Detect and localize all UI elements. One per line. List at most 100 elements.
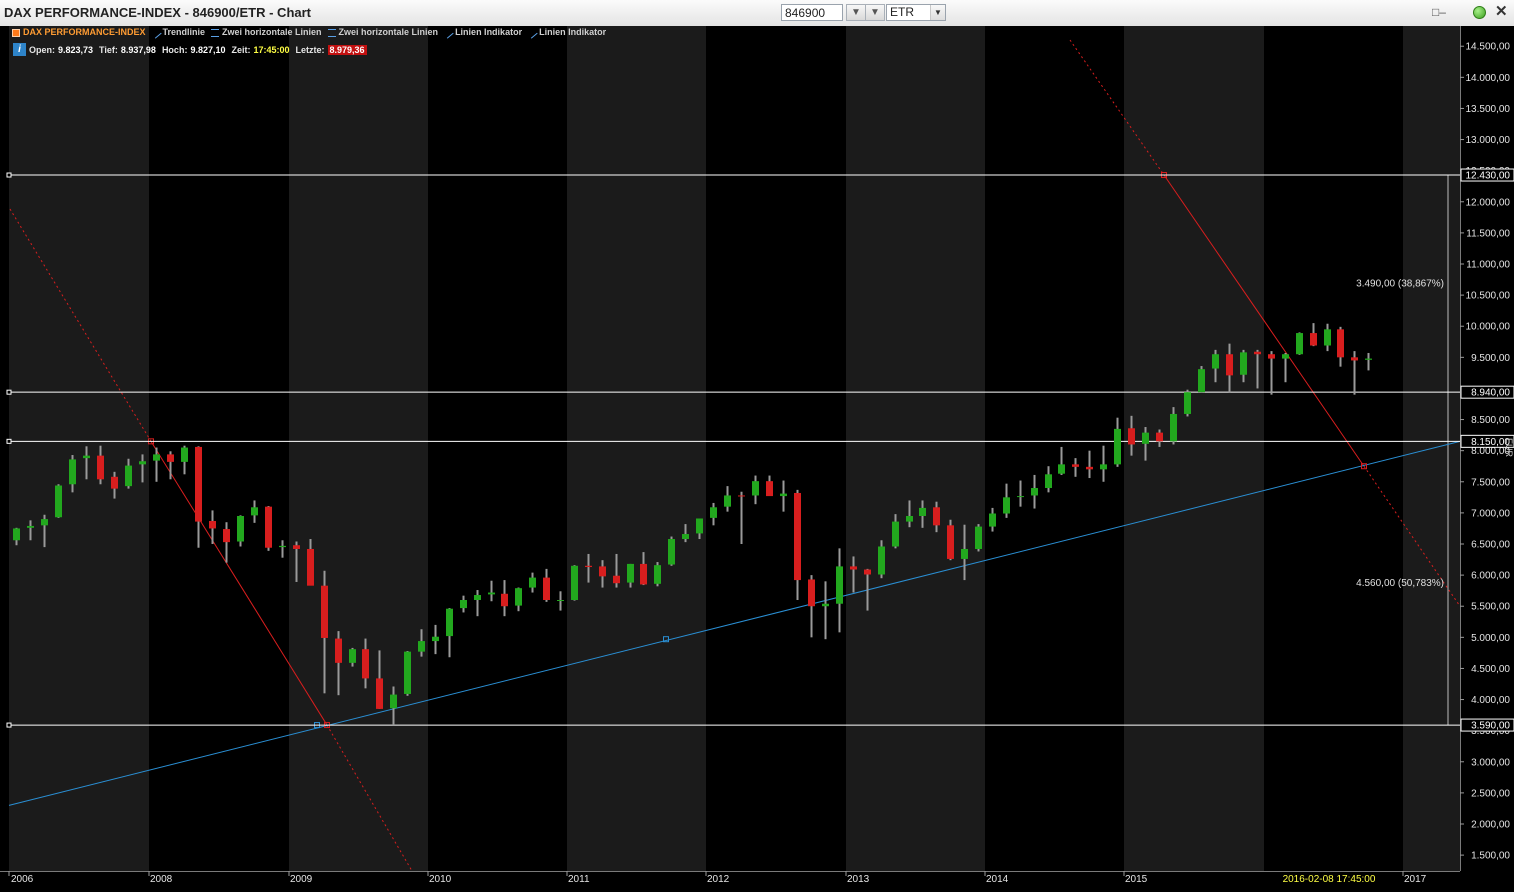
x-tick-label: 2006 <box>11 874 34 885</box>
legend-item-line-indicator-2[interactable]: Linien Indikator <box>526 26 607 39</box>
y-tick-label: 6.000,00 <box>1471 571 1510 582</box>
candle-body <box>1226 354 1233 376</box>
candle-body <box>878 546 885 575</box>
candle-body <box>349 649 356 663</box>
chart-area[interactable]: 3.490,00 (38,867%) 4.560,00 (50,783%) 1.50… <box>0 26 1514 892</box>
candle-body <box>1045 474 1052 488</box>
exchange-select[interactable]: ETR ▼ <box>886 4 946 21</box>
candle-body <box>529 577 536 588</box>
candle-body <box>1310 333 1317 346</box>
candle-body <box>585 565 592 568</box>
trendline-icon <box>149 26 162 39</box>
price-chart[interactable]: 3.490,00 (38,867%) 4.560,00 (50,783%) 1.50… <box>0 26 1514 892</box>
close-icon[interactable]: ✕ <box>1495 4 1508 20</box>
y-tick-label: 7.000,00 <box>1471 508 1510 519</box>
candle-body <box>293 545 300 549</box>
search-icon[interactable]: ▼ <box>846 4 866 21</box>
candle-body <box>864 569 871 575</box>
legend-item-horizontal-lines-2[interactable]: Zwei horizontale Linien <box>327 27 438 38</box>
y-tick-label: 13.000,00 <box>1466 135 1511 146</box>
candle-body <box>613 575 620 584</box>
candle-body <box>418 641 425 652</box>
horizontal-level-handle <box>6 389 12 395</box>
year-band <box>1264 26 1403 871</box>
y-tick-label: 11.500,00 <box>1466 228 1510 239</box>
year-band <box>567 26 706 871</box>
candle-body <box>710 507 717 518</box>
candle-body <box>557 600 564 601</box>
candle-body <box>1058 464 1065 474</box>
currency-label: EUR <box>1504 438 1514 458</box>
y-tick-label: 8.500,00 <box>1471 415 1510 426</box>
candle-body <box>752 481 759 496</box>
candle-body <box>1351 357 1358 361</box>
candle-body <box>640 563 647 585</box>
level-axis-label: 3.590,00 <box>1471 721 1510 732</box>
candle-body <box>1365 358 1372 360</box>
candle-body <box>83 455 90 459</box>
candle-body <box>1086 466 1093 470</box>
candle-body <box>919 507 926 516</box>
candle-body <box>181 447 188 462</box>
lookup-icon[interactable]: ▼ <box>865 4 885 21</box>
candle-body <box>265 506 272 548</box>
ohlc-info-bar: i Open: 9.823,73 Tief: 8.937,98 Hoch: 9.… <box>13 43 367 56</box>
x-tick-label: 2014 <box>986 874 1009 885</box>
candle-body <box>27 525 34 528</box>
candle-body <box>321 585 328 638</box>
legend-item-trendline[interactable]: Trendlinie <box>149 26 205 39</box>
candle-body <box>474 595 481 600</box>
candle-body <box>1003 497 1010 514</box>
candle-body <box>1017 496 1024 498</box>
y-tick-label: 5.500,00 <box>1471 602 1510 613</box>
high-value: 9.827,10 <box>190 44 226 55</box>
candle-body <box>1100 464 1107 470</box>
candle-body <box>961 548 968 559</box>
candle-body <box>376 678 383 709</box>
info-icon[interactable]: i <box>13 43 26 56</box>
last-value: 8.979,36 <box>327 44 367 55</box>
candle-body <box>627 563 634 583</box>
legend-item-dax[interactable]: DAX PERFORMANCE-INDEX <box>12 27 146 38</box>
legend-item-line-indicator-1[interactable]: Linien Indikator <box>442 26 522 39</box>
candle-body <box>1031 488 1038 496</box>
candle-body <box>432 636 439 642</box>
y-tick-label: 10.500,00 <box>1466 291 1511 302</box>
candle-body <box>1128 428 1135 445</box>
chart-window: DAX PERFORMANCE-INDEX - 846900/ETR - Cha… <box>0 0 1514 892</box>
candle-body <box>223 529 230 543</box>
level-axis-label: 12.430,00 <box>1466 171 1511 182</box>
candle-body <box>139 461 146 465</box>
year-band <box>428 26 567 871</box>
candle-body <box>1114 428 1121 465</box>
two-lines-icon <box>327 28 336 37</box>
candle-body <box>307 548 314 586</box>
window-title: DAX PERFORMANCE-INDEX - 846900/ETR - Cha… <box>4 5 311 20</box>
chevron-down-icon: ▼ <box>930 5 945 20</box>
high-label: Hoch: <box>161 44 188 55</box>
candle-body <box>850 566 857 570</box>
legend-label: Linien Indikator <box>539 27 607 37</box>
open-label: Open: <box>29 44 55 55</box>
candle-body <box>571 565 578 600</box>
candle-body <box>501 593 508 607</box>
y-tick-label: 13.500,00 <box>1466 104 1511 115</box>
candle-body <box>766 481 773 497</box>
candle-body <box>125 465 132 487</box>
connection-status-icon <box>1473 6 1486 19</box>
candle-body <box>975 526 982 549</box>
year-band <box>9 26 149 871</box>
horizontal-level-handle <box>6 438 12 444</box>
symbol-input[interactable] <box>781 4 843 21</box>
low-value: 8.937,98 <box>120 44 156 55</box>
time-label: Zeit: <box>231 44 251 55</box>
restore-window-icon[interactable]: □– <box>1432 5 1446 19</box>
y-tick-label: 14.000,00 <box>1466 73 1511 84</box>
legend-label: DAX PERFORMANCE-INDEX <box>23 27 146 37</box>
measurement-label: 3.490,00 (38,867%) <box>1356 279 1444 290</box>
candle-body <box>1337 329 1344 358</box>
x-tick-label: 2008 <box>150 874 173 885</box>
level-axis-label: 8.940,00 <box>1471 388 1510 399</box>
candle-body <box>69 459 76 485</box>
legend-item-horizontal-lines-1[interactable]: Zwei horizontale Linien <box>211 27 322 38</box>
